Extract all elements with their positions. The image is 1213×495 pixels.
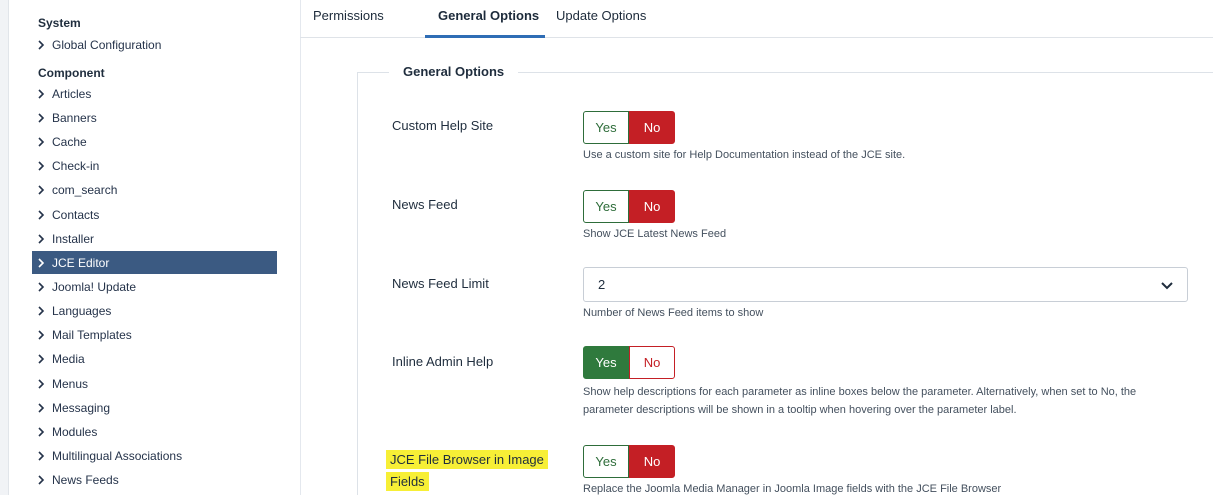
custom-help-site-label: Custom Help Site bbox=[392, 118, 494, 133]
inline-help-desc-line-1: Show help descriptions for each paramete… bbox=[583, 386, 1137, 398]
news-feed-limit-select[interactable]: 2 bbox=[583, 267, 1188, 302]
chevron-right-icon bbox=[37, 426, 46, 437]
news-feed-yes-button[interactable]: Yes bbox=[583, 190, 629, 223]
sidebar-item-languages[interactable]: Languages bbox=[32, 299, 277, 322]
tab-update-options[interactable]: Update Options bbox=[556, 8, 656, 38]
sidebar-item-label: Check-in bbox=[52, 158, 100, 173]
sidebar-item-label: Media bbox=[52, 351, 85, 366]
fieldset-legend: General Options bbox=[389, 64, 519, 80]
sidebar-item-cache[interactable]: Cache bbox=[32, 130, 277, 153]
sidebar-item-label: Global Configuration bbox=[52, 37, 162, 52]
sidebar: System Global Configuration Component Ar… bbox=[32, 0, 282, 495]
chevron-right-icon bbox=[37, 184, 46, 195]
sidebar-item-label: Contacts bbox=[52, 207, 100, 222]
news-feed-limit-description: Number of News Feed items to show bbox=[583, 307, 764, 319]
inline-admin-help-toggle: Yes No bbox=[583, 346, 675, 379]
news-feed-label: News Feed bbox=[392, 197, 458, 212]
sidebar-item-joomla-update[interactable]: Joomla! Update bbox=[32, 275, 277, 298]
file-browser-no-button[interactable]: No bbox=[629, 445, 675, 478]
sidebar-item-messaging[interactable]: Messaging bbox=[32, 396, 277, 419]
sidebar-item-label: News Feeds bbox=[52, 472, 119, 487]
chevron-right-icon bbox=[37, 112, 46, 123]
chevron-right-icon bbox=[37, 233, 46, 244]
chevron-right-icon bbox=[37, 474, 46, 485]
custom-help-yes-button[interactable]: Yes bbox=[583, 111, 629, 144]
sidebar-item-label: Articles bbox=[52, 86, 92, 101]
chevron-right-icon bbox=[37, 257, 46, 268]
sidebar-item-label: Multilingual Associations bbox=[52, 448, 183, 463]
content-divider bbox=[300, 0, 301, 495]
news-feed-limit-label: News Feed Limit bbox=[392, 276, 489, 291]
sidebar-item-installer[interactable]: Installer bbox=[32, 227, 277, 250]
chevron-right-icon bbox=[37, 329, 46, 340]
sidebar-item-label: Languages bbox=[52, 303, 112, 318]
inline-help-desc-line-2: parameter descriptions will be shown in … bbox=[583, 404, 1017, 416]
sidebar-item-label: Banners bbox=[52, 110, 97, 125]
chevron-right-icon bbox=[37, 402, 46, 413]
sidebar-item-media[interactable]: Media bbox=[32, 347, 277, 370]
sidebar-item-label: Installer bbox=[52, 231, 95, 246]
file-browser-label: JCE File Browser in Image Fields bbox=[386, 449, 548, 493]
sidebar-item-articles[interactable]: Articles bbox=[32, 82, 277, 105]
sidebar-item-label: Mail Templates bbox=[52, 327, 132, 342]
news-feed-description: Show JCE Latest News Feed bbox=[583, 228, 727, 240]
chevron-right-icon bbox=[37, 209, 46, 220]
news-feed-toggle: Yes No bbox=[583, 190, 675, 223]
tab-permissions[interactable]: Permissions bbox=[313, 8, 391, 38]
chevron-right-icon bbox=[37, 378, 46, 389]
file-browser-label-line-1: JCE File Browser in Image bbox=[386, 450, 548, 469]
sidebar-item-label: Modules bbox=[52, 424, 98, 439]
sidebar-heading-system: System bbox=[38, 16, 81, 30]
file-browser-label-line-2: Fields bbox=[386, 472, 429, 491]
sidebar-item-label: JCE Editor bbox=[52, 255, 110, 270]
inline-admin-help-label: Inline Admin Help bbox=[392, 354, 494, 369]
left-edge-strip bbox=[0, 0, 9, 495]
chevron-right-icon bbox=[37, 353, 46, 364]
sidebar-item-label: com_search bbox=[52, 182, 118, 197]
sidebar-item-mail-templates[interactable]: Mail Templates bbox=[32, 323, 277, 346]
inline-help-no-button[interactable]: No bbox=[629, 346, 675, 379]
chevron-down-icon bbox=[1161, 279, 1173, 294]
sidebar-item-label: Cache bbox=[52, 134, 87, 149]
sidebar-item-check-in[interactable]: Check-in bbox=[32, 154, 277, 177]
custom-help-site-toggle: Yes No bbox=[583, 111, 675, 144]
file-browser-yes-button[interactable]: Yes bbox=[583, 445, 629, 478]
sidebar-item-label: Joomla! Update bbox=[52, 279, 137, 294]
sidebar-item-global-configuration[interactable]: Global Configuration bbox=[32, 33, 277, 56]
custom-help-site-description: Use a custom site for Help Documentation… bbox=[583, 149, 906, 161]
tab-general-options[interactable]: General Options bbox=[425, 8, 545, 38]
sidebar-item-label: Messaging bbox=[52, 400, 111, 415]
sidebar-item-banners[interactable]: Banners bbox=[32, 106, 277, 129]
sidebar-item-com-search[interactable]: com_search bbox=[32, 178, 277, 201]
chevron-right-icon bbox=[37, 136, 46, 147]
file-browser-toggle: Yes No bbox=[583, 445, 675, 478]
chevron-right-icon bbox=[37, 160, 46, 171]
sidebar-item-multilingual-associations[interactable]: Multilingual Associations bbox=[32, 444, 277, 467]
news-feed-no-button[interactable]: No bbox=[629, 190, 675, 223]
chevron-right-icon bbox=[37, 88, 46, 99]
chevron-right-icon bbox=[37, 305, 46, 316]
sidebar-item-contacts[interactable]: Contacts bbox=[32, 203, 277, 226]
sidebar-item-menus[interactable]: Menus bbox=[32, 372, 277, 395]
chevron-right-icon bbox=[37, 450, 46, 461]
sidebar-item-label: Menus bbox=[52, 376, 89, 391]
sidebar-heading-component: Component bbox=[38, 66, 105, 80]
sidebar-item-jce-editor[interactable]: JCE Editor bbox=[32, 251, 277, 274]
file-browser-description: Replace the Joomla Media Manager in Joom… bbox=[583, 483, 1002, 495]
inline-admin-help-description: Show help descriptions for each paramete… bbox=[583, 383, 1183, 419]
news-feed-limit-value: 2 bbox=[598, 277, 606, 292]
chevron-right-icon bbox=[37, 39, 46, 50]
tab-bar: Permissions General Options Update Optio… bbox=[300, 0, 1213, 38]
sidebar-item-modules[interactable]: Modules bbox=[32, 420, 277, 443]
inline-help-yes-button[interactable]: Yes bbox=[583, 346, 629, 379]
chevron-right-icon bbox=[37, 281, 46, 292]
sidebar-item-news-feeds[interactable]: News Feeds bbox=[32, 468, 277, 491]
custom-help-no-button[interactable]: No bbox=[629, 111, 675, 144]
